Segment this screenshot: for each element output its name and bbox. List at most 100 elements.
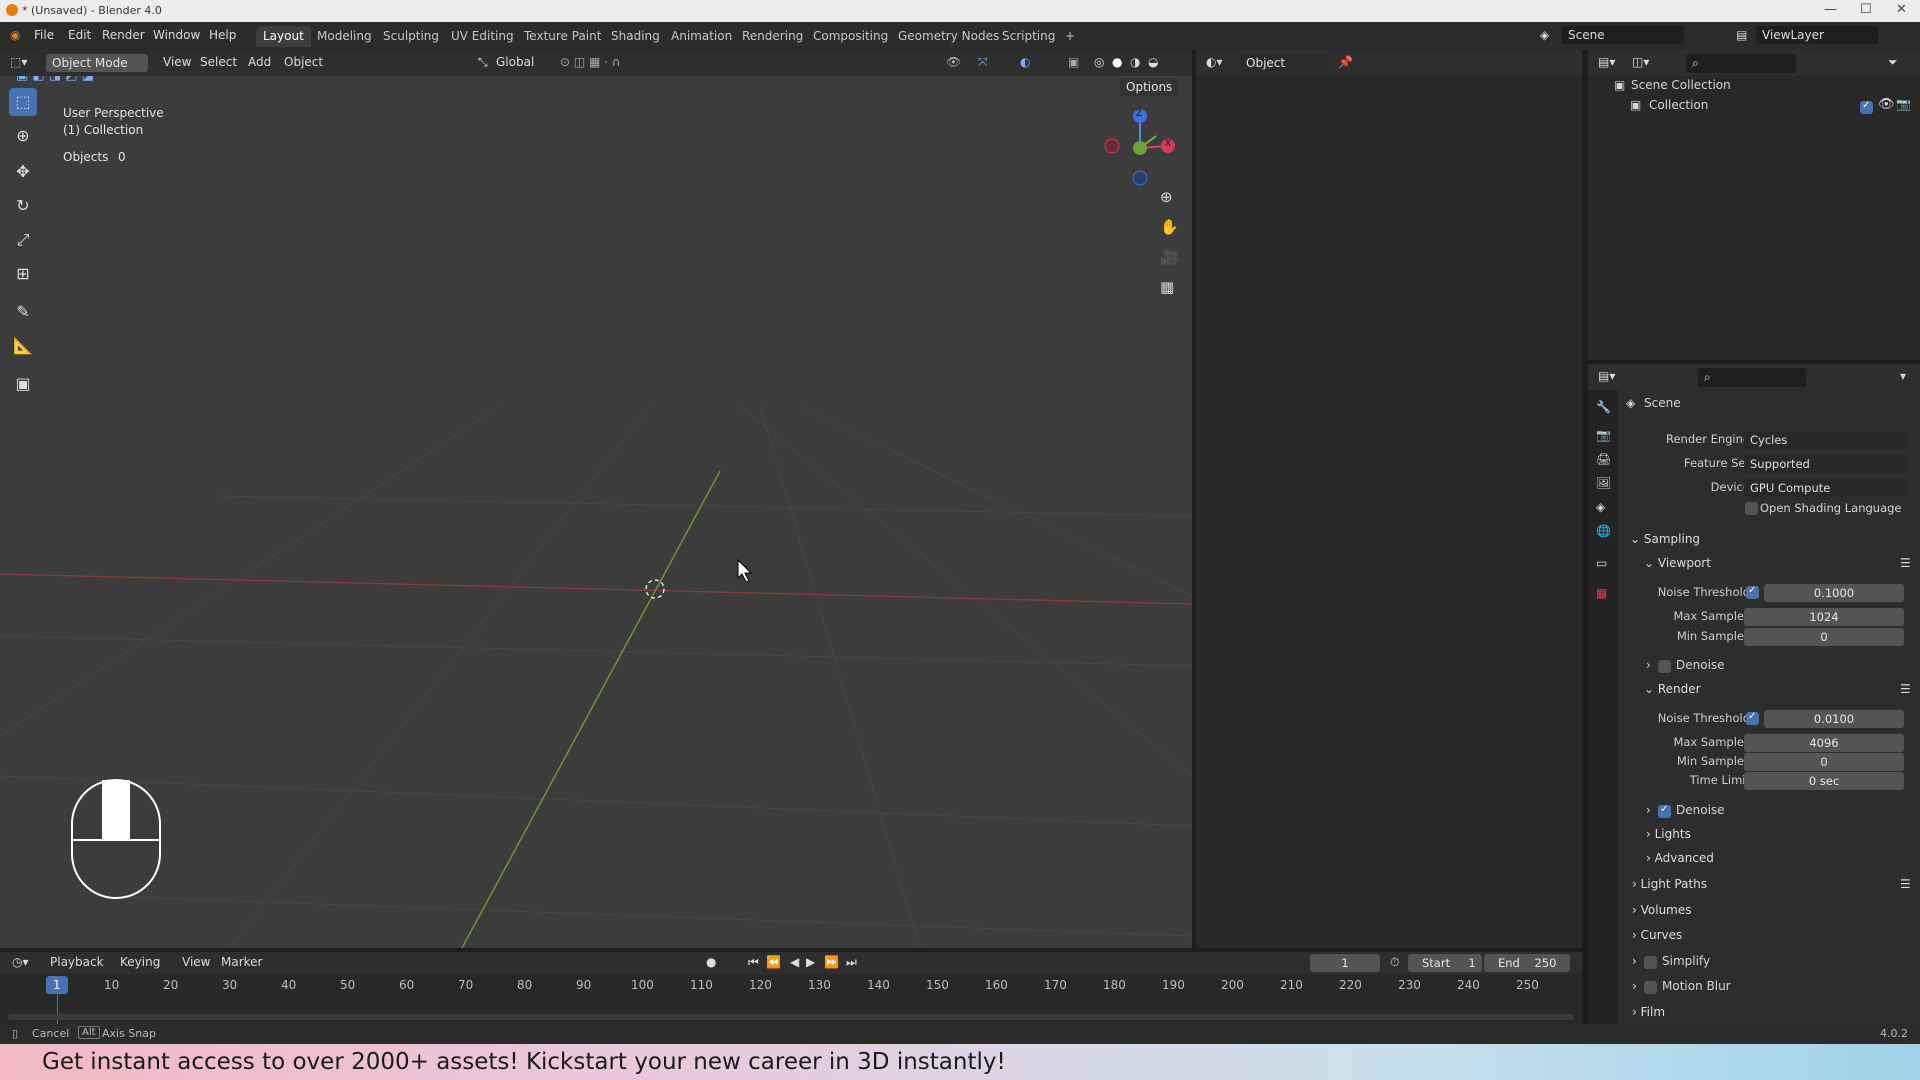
3d-viewport[interactable]: ⬚ ⊕ ✥ ↻ ⤢ ⊞ ✎ 📐 ▣ ▣ ◧ ◨ ◩ ◪ User Perspec… [0, 76, 1192, 948]
collection-visibility-icon[interactable]: 👁 [1878, 97, 1895, 112]
vp-noise-threshold-field[interactable]: 0.1000 [1764, 584, 1904, 602]
presets-list-icon[interactable]: ☰ [1900, 556, 1911, 570]
start-frame-field[interactable]: Start 1 [1408, 954, 1482, 972]
light-paths-section[interactable]: › Light Paths [1632, 877, 1707, 891]
minimize-button[interactable]: — [1824, 2, 1837, 17]
collection-exclude-checkbox[interactable] [1860, 100, 1873, 114]
vp-denoise-subsection[interactable]: › [1646, 658, 1651, 672]
r-max-samples-field[interactable]: 4096 [1744, 734, 1904, 752]
zoom-icon[interactable]: ⊕ [1160, 188, 1173, 206]
play-reverse-icon[interactable]: ◀ [790, 955, 799, 969]
select-mode-icons[interactable]: ▣ ◧ ◨ ◩ ◪ [16, 76, 94, 83]
tab-scripting[interactable]: Scripting [995, 26, 1062, 47]
overlay-toggle-icon[interactable]: ◐ [1020, 55, 1030, 69]
tab-animation[interactable]: Animation [664, 26, 739, 47]
shading-material-icon[interactable]: ◑ [1130, 55, 1140, 69]
end-frame-field[interactable]: End 250 [1484, 954, 1570, 972]
visibility-icon[interactable]: 👁 [946, 55, 961, 69]
rotate-tool-icon[interactable]: ↻ [9, 192, 37, 220]
xray-icon[interactable]: ▣ [1068, 55, 1079, 69]
jump-end-icon[interactable]: ⏭ [846, 955, 857, 970]
select-box-tool-icon[interactable]: ⬚ [9, 88, 37, 116]
display-mode-icon[interactable]: ◫▾ [1632, 55, 1649, 69]
outliner-type-icon[interactable]: ▤▾ [1598, 55, 1615, 69]
add-cube-tool-icon[interactable]: ▣ [9, 370, 37, 398]
feature-set-select[interactable]: Supported [1744, 455, 1908, 473]
editor2-area[interactable] [1196, 76, 1582, 948]
camera-view-icon[interactable]: 🎥 [1160, 248, 1179, 266]
tab-shading[interactable]: Shading [604, 26, 667, 47]
light-paths-presets-icon[interactable]: ☰ [1900, 877, 1911, 891]
snap-icon[interactable]: ⊙ ◫ ▦ · ∩ [560, 55, 621, 69]
menu-window[interactable]: Window [153, 28, 200, 42]
next-keyframe-icon[interactable]: ⏩ [824, 955, 839, 969]
motion-blur-section[interactable]: › [1632, 979, 1637, 993]
transform-orientation-icon[interactable]: ⤡ [478, 55, 488, 70]
menu-render[interactable]: Render [102, 28, 145, 42]
shading-rendered-icon[interactable]: ◒ [1148, 55, 1158, 69]
object-mode-select[interactable]: Object Mode [46, 54, 148, 72]
editor2-type-icon[interactable]: ◐▾ [1206, 55, 1223, 69]
timeline-type-icon[interactable]: ◷▾ [12, 955, 29, 969]
close-button[interactable]: ✕ [1896, 2, 1907, 17]
vp-noise-threshold-checkbox[interactable] [1746, 585, 1759, 599]
volumes-section[interactable]: › Volumes [1632, 903, 1692, 917]
lights-subsection[interactable]: › Lights [1646, 827, 1691, 841]
tab-layout[interactable]: Layout [256, 26, 311, 47]
editor-type-icon[interactable]: ⬚▾ [10, 55, 27, 69]
jump-start-icon[interactable]: ⏮ [748, 955, 759, 970]
output-tab-icon[interactable]: 🖨 [1596, 452, 1611, 466]
world-tab-icon[interactable]: 🌐 [1596, 524, 1611, 538]
device-select[interactable]: GPU Compute [1744, 479, 1908, 497]
tab-geometry-nodes[interactable]: Geometry Nodes [891, 26, 1006, 47]
timeline-menu-view[interactable]: View [182, 955, 210, 969]
timeline-menu-keying[interactable]: Keying [120, 955, 160, 969]
motion-blur-checkbox[interactable] [1644, 981, 1657, 994]
transform-orientation-select[interactable]: Global [496, 55, 534, 69]
vp-denoise-checkbox[interactable] [1658, 660, 1671, 673]
film-section[interactable]: › Film [1632, 1005, 1665, 1019]
viewport-menu-add[interactable]: Add [248, 55, 271, 69]
render-presets-icon[interactable]: ☰ [1900, 682, 1911, 696]
current-frame-field[interactable]: 1 [1310, 954, 1380, 972]
timeline-area[interactable]: 1 10 20 30 40 50 60 70 80 90 100 110 120… [0, 974, 1582, 1024]
tab-compositing[interactable]: Compositing [806, 26, 895, 47]
r-noise-threshold-field[interactable]: 0.0100 [1764, 710, 1904, 728]
simplify-section[interactable]: › [1632, 954, 1637, 968]
pan-hand-icon[interactable]: ✋ [1160, 218, 1179, 236]
transform-tool-icon[interactable]: ⊞ [9, 260, 37, 288]
r-min-samples-field[interactable]: 0 [1744, 753, 1904, 771]
move-tool-icon[interactable]: ✥ [9, 158, 37, 186]
tab-sculpting[interactable]: Sculpting [376, 26, 446, 47]
shading-solid-icon[interactable]: ● [1112, 55, 1122, 69]
timeline-scrollbar[interactable] [8, 1014, 1574, 1020]
advanced-subsection[interactable]: › Advanced [1646, 851, 1714, 865]
viewport-subsection[interactable]: ⌄ Viewport [1644, 556, 1711, 570]
tool-tab-icon[interactable]: 🔧 [1596, 400, 1611, 414]
gizmo-toggle-icon[interactable]: ⤧ [978, 55, 988, 70]
collection-render-icon[interactable]: 📷 [1896, 97, 1911, 111]
stopwatch-icon[interactable]: ⏱ [1390, 955, 1399, 970]
measure-tool-icon[interactable]: 📐 [9, 332, 37, 360]
vp-min-samples-field[interactable]: 0 [1744, 628, 1904, 646]
r-noise-threshold-checkbox[interactable] [1746, 711, 1759, 725]
3d-cursor[interactable] [645, 579, 665, 599]
ortho-grid-icon[interactable]: ▦ [1160, 278, 1174, 296]
scale-tool-icon[interactable]: ⤢ [9, 226, 37, 254]
outliner-scene-collection[interactable]: Scene Collection [1631, 78, 1731, 92]
properties-type-icon[interactable]: ▤▾ [1598, 369, 1615, 383]
r-denoise-subsection[interactable]: › [1646, 803, 1651, 817]
blender-menu-icon[interactable]: ◉ [10, 28, 20, 42]
menu-file[interactable]: File [34, 28, 54, 42]
scene-tab-icon[interactable]: ◈ [1596, 500, 1605, 514]
sampling-section[interactable]: ⌄ Sampling [1630, 532, 1700, 546]
record-icon[interactable]: ● [706, 955, 716, 969]
vp-max-samples-field[interactable]: 1024 [1744, 608, 1904, 626]
render-subsection[interactable]: ⌄ Render [1644, 682, 1701, 696]
prev-keyframe-icon[interactable]: ⏪ [766, 955, 781, 969]
play-icon[interactable]: ▶ [806, 955, 815, 969]
filter-icon[interactable]: ⏷ [1888, 55, 1898, 70]
editor2-object-select[interactable]: Object [1240, 54, 1328, 72]
tab-uv-editing[interactable]: UV Editing [444, 26, 521, 47]
collection-tab-icon[interactable]: ▭ [1596, 556, 1607, 570]
